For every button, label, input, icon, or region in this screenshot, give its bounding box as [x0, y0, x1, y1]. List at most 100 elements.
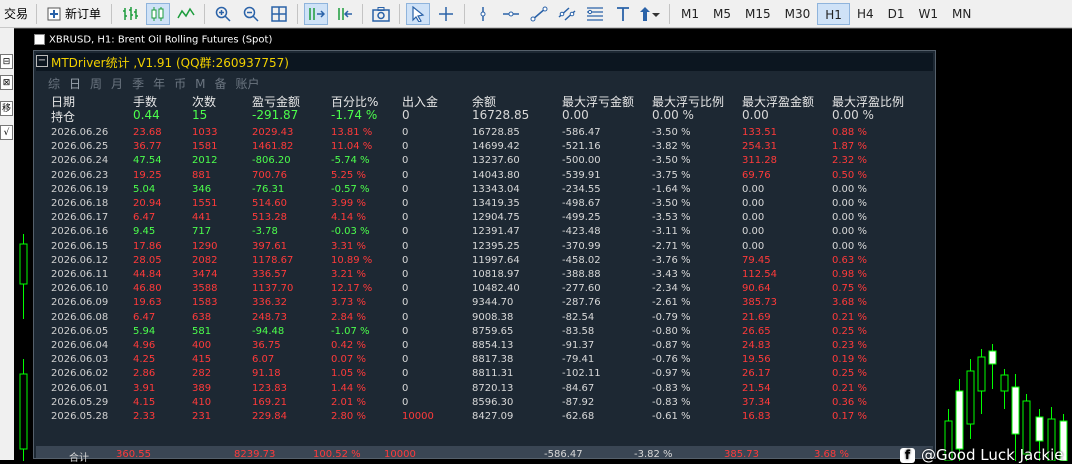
- cell-max-loss: -79.41: [562, 354, 595, 366]
- zoom-in-button[interactable]: [211, 3, 235, 25]
- trend-line-tool-button[interactable]: [527, 3, 551, 25]
- fibonacci-icon: [587, 6, 604, 21]
- chart-shift-button[interactable]: [332, 3, 356, 25]
- navigator-strip: ⊟ ⊠ 移 √: [0, 28, 14, 460]
- zoom-out-icon: [243, 6, 259, 22]
- cell-max-loss-pct: -0.79 %: [652, 311, 691, 323]
- cell-balance: 13343.04: [472, 183, 520, 195]
- candle-body: [1035, 416, 1044, 442]
- tile-windows-button[interactable]: [267, 3, 291, 25]
- cell-max-loss-pct: -3.50 %: [652, 198, 691, 209]
- fibonacci-tool-button[interactable]: [583, 3, 607, 25]
- holding-cell-max-profit-pct: 0.00 %: [832, 108, 874, 122]
- cell-date: 2026.06.18: [51, 198, 109, 209]
- cell-balance: 10482.40: [472, 283, 520, 295]
- chart-window[interactable]: XBRUSD, H1: Brent Oil Rolling Futures (S…: [14, 28, 1072, 464]
- strip-button-move[interactable]: 移: [0, 101, 13, 116]
- panel-tab[interactable]: 币: [174, 77, 186, 91]
- trade-menu[interactable]: 交易: [0, 5, 32, 22]
- cursor-tool-button[interactable]: [406, 2, 431, 25]
- cell-deposit: 10000: [402, 411, 434, 422]
- cell-max-profit: 311.28: [742, 155, 777, 167]
- panel-tab[interactable]: 周: [90, 77, 102, 91]
- bar-chart-button[interactable]: [118, 3, 142, 25]
- cell-balance: 8811.31: [472, 368, 514, 380]
- timeframe-mn[interactable]: MN: [945, 3, 978, 25]
- cell-lots: 5.94: [133, 325, 156, 337]
- cell-max-profit-pct: 0.75 %: [832, 283, 867, 295]
- horizontal-line-tool-button[interactable]: [499, 3, 523, 25]
- cell-balance: 10818.97: [472, 269, 520, 280]
- table-row: 2026.06.26 23.68 1033 2029.43 13.81 % 0 16728.…: [34, 127, 935, 141]
- cell-deposit: 0: [402, 155, 409, 167]
- auto-scroll-button[interactable]: [304, 2, 329, 25]
- cell-pct: -0.03 %: [331, 226, 370, 238]
- text-icon: [617, 6, 630, 21]
- table-row: 2026.05.29 4.15 410 169.21 2.01 % 0 8596.30 -87…: [34, 397, 935, 411]
- panel-tab[interactable]: 备: [214, 77, 226, 91]
- cell-balance: 12395.25: [472, 240, 520, 252]
- zoom-out-button[interactable]: [239, 3, 263, 25]
- screenshot-button[interactable]: [369, 3, 393, 25]
- equidistant-channel-tool-button[interactable]: [555, 3, 579, 25]
- panel-tab[interactable]: M: [195, 77, 205, 91]
- panel-tab[interactable]: 综: [48, 77, 60, 91]
- facebook-icon: f: [900, 448, 915, 463]
- cell-date: 2026.06.10: [51, 283, 109, 295]
- table-row: 2026.06.03 4.25 415 6.07 0.07 % 0 8817.38 -79.4…: [34, 354, 935, 368]
- timeframe-m30[interactable]: M30: [778, 3, 818, 25]
- cell-date: 2026.06.02: [51, 368, 109, 380]
- cell-pnl: 123.83: [252, 382, 287, 394]
- cell-pct: 3.73 %: [331, 297, 366, 309]
- vertical-line-tool-button[interactable]: [471, 3, 495, 25]
- cell-lots: 4.25: [133, 354, 156, 366]
- panel-minimize-button[interactable]: −: [36, 55, 48, 67]
- cell-max-profit: 0.00: [742, 240, 765, 252]
- cell-trades: 881: [192, 169, 212, 181]
- panel-tab[interactable]: 月: [111, 77, 123, 91]
- cell-max-loss-pct: -2.34 %: [652, 283, 691, 295]
- cell-pct: -0.57 %: [331, 183, 370, 195]
- timeframe-m15[interactable]: M15: [738, 3, 778, 25]
- panel-title-bar[interactable]: − MTDriver统计 ,V1.91 (QQ群:260937757): [36, 53, 933, 71]
- watermark: f @Good Luck Jackie: [900, 446, 1064, 464]
- panel-title: MTDriver统计 ,V1.91 (QQ群:260937757): [51, 56, 289, 70]
- new-order-icon: [47, 7, 61, 20]
- strip-button-collapse[interactable]: ⊟: [0, 54, 13, 69]
- cell-balance: 8759.65: [472, 325, 514, 337]
- new-order-button[interactable]: 新订单: [43, 3, 105, 25]
- timeframe-w1[interactable]: W1: [912, 3, 946, 25]
- strip-button-check[interactable]: √: [0, 125, 13, 140]
- panel-tab[interactable]: 账户: [235, 77, 259, 91]
- timeframe-h4[interactable]: H4: [850, 3, 881, 25]
- cell-trades: 2082: [192, 254, 218, 266]
- strip-button-close[interactable]: ⊠: [0, 75, 13, 90]
- holding-cell-lots: 0.44: [133, 108, 160, 122]
- cell-trades: 282: [192, 368, 212, 380]
- cell-max-loss: -82.54: [562, 311, 595, 323]
- line-chart-button[interactable]: [174, 3, 198, 25]
- holding-cell-date: 持仓: [51, 110, 76, 124]
- cell-pnl: 2029.43: [252, 127, 294, 138]
- cell-lots: 20.94: [133, 198, 162, 209]
- summary-max-profit-pct: 3.68 %: [814, 449, 849, 460]
- timeframe-m5[interactable]: M5: [706, 3, 738, 25]
- crosshair-tool-button[interactable]: [434, 3, 458, 25]
- timeframe-d1[interactable]: D1: [881, 3, 912, 25]
- cell-max-loss-pct: -3.76 %: [652, 254, 691, 266]
- cell-balance: 8427.09: [472, 411, 514, 422]
- panel-tab[interactable]: 年: [153, 77, 165, 91]
- panel-tab[interactable]: 季: [132, 77, 144, 91]
- timeframe-h1[interactable]: H1: [817, 2, 850, 25]
- cell-pnl: 336.32: [252, 297, 287, 309]
- cell-balance: 13419.35: [472, 198, 520, 209]
- candlestick-chart-button[interactable]: [146, 2, 171, 25]
- timeframe-m1[interactable]: M1: [674, 3, 706, 25]
- panel-tab[interactable]: 日: [69, 77, 81, 91]
- cell-pct: 1.44 %: [331, 382, 366, 394]
- text-tool-button[interactable]: [611, 3, 635, 25]
- cell-max-loss-pct: -3.11 %: [652, 226, 691, 238]
- arrows-tool-button[interactable]: [639, 3, 663, 25]
- toolbar-separator: [36, 3, 38, 24]
- new-order-label: 新订单: [65, 7, 102, 21]
